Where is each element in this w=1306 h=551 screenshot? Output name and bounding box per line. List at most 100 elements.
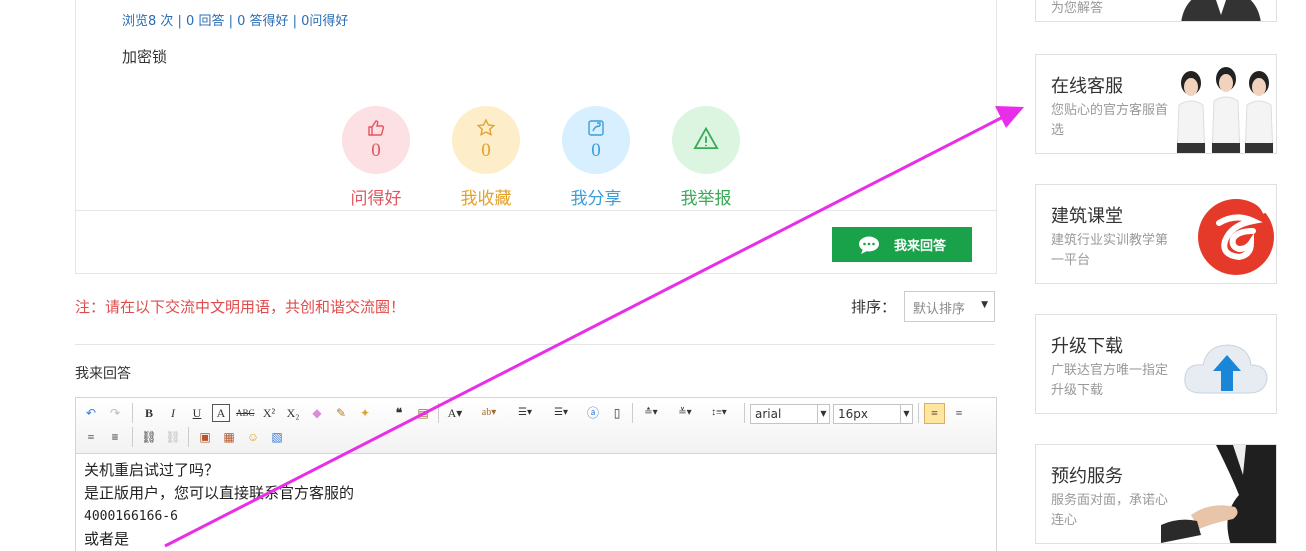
paste-text-icon[interactable]: ▤: [414, 404, 432, 422]
share-button[interactable]: 0 我分享: [551, 106, 641, 209]
unordered-list-icon[interactable]: ☰▾: [552, 404, 570, 422]
good-question-count: 0: [371, 140, 381, 161]
format-brush-icon[interactable]: ✎: [332, 404, 350, 422]
italic-icon[interactable]: I: [164, 404, 182, 422]
align-right-icon[interactable]: ≡: [82, 428, 100, 446]
favorite-button[interactable]: 0 我收藏: [441, 106, 531, 209]
sidebar-card-appointment[interactable]: 预约服务 服务面对面，承诺心连心: [1035, 444, 1277, 544]
building-class-logo: [1198, 197, 1274, 275]
report-button[interactable]: 我举报: [661, 106, 751, 209]
toolbar-separator: [744, 403, 745, 423]
favorite-label: 我收藏: [460, 189, 512, 209]
civility-notice: 注：请在以下交流中文明用语，共创和谐交流圈！: [75, 298, 406, 316]
section-divider: [75, 344, 995, 345]
question-stats: 浏览8 次 | 0 回答 | 0 答得好 | 0问得好: [122, 14, 349, 29]
chevron-down-icon: ▼: [817, 404, 829, 424]
blockquote-icon[interactable]: ❝: [390, 404, 408, 422]
toolbar-separator: [632, 403, 633, 423]
at-symbol-icon[interactable]: ⓐ: [584, 404, 602, 422]
ordered-list-icon[interactable]: ☰▾: [516, 404, 534, 422]
editor-toolbar: ↶ ↷ B I U A ABC X² X₂ ◆ ✎ ✦ ❝ ▤ A▾ ab▾ ☰…: [76, 398, 996, 454]
align-center-icon[interactable]: ≡: [950, 404, 968, 422]
eraser-icon[interactable]: ◆: [308, 404, 326, 422]
page-break-icon[interactable]: ▯: [608, 404, 626, 422]
sidebar-card-title: 升级下载: [1051, 336, 1123, 357]
customer-service-photo: [1176, 67, 1274, 153]
row-spacing-top-icon[interactable]: ≛▾: [642, 404, 660, 422]
emoticon-icon[interactable]: ☺: [244, 428, 262, 446]
subscript-icon[interactable]: X₂: [284, 404, 302, 422]
font-color-icon[interactable]: A▾: [446, 404, 464, 422]
sidebar-card-online-service[interactable]: 在线客服 您贴心的官方客服首选: [1035, 54, 1277, 154]
font-border-icon[interactable]: A: [212, 404, 230, 422]
font-family-select[interactable]: arial ▼: [750, 404, 830, 424]
question-actions: 0 问得好 0 我收藏 0 我分享 我举报: [331, 106, 751, 216]
toolbar-separator: [188, 427, 189, 447]
handshake-photo: [1161, 445, 1276, 543]
toolbar-separator: [918, 403, 919, 423]
staff-illustration: [1181, 0, 1261, 21]
editor-line: 或者是: [84, 530, 130, 548]
attachment-icon[interactable]: ▧: [268, 428, 286, 446]
link-icon[interactable]: ⛓: [140, 428, 158, 446]
strikethrough-icon[interactable]: ABC: [236, 404, 255, 422]
thumbs-up-icon: [368, 120, 385, 136]
sidebar-card-title: 建筑课堂: [1051, 206, 1123, 227]
editor-line: 关机重启试过了吗？: [84, 461, 220, 479]
sort-select[interactable]: 默认排序 ▼: [904, 291, 995, 322]
font-size-select[interactable]: 16px ▼: [833, 404, 913, 424]
sidebar-card-building-class[interactable]: 建筑课堂 建筑行业实训教学第一平台: [1035, 184, 1277, 284]
undo-icon[interactable]: ↶: [82, 404, 100, 422]
answer-button-label: 我来回答: [893, 239, 946, 254]
share-label: 我分享: [570, 189, 622, 209]
multi-image-icon[interactable]: ▦: [220, 428, 238, 446]
chat-bubble-icon: [858, 236, 879, 254]
bold-icon[interactable]: B: [140, 404, 158, 422]
editor-line: 4000166166-6: [84, 509, 178, 524]
question-card: 浏览8 次 | 0 回答 | 0 答得好 | 0问得好 加密锁 0 问得好 0 …: [75, 0, 997, 274]
cloud-upload-icon: [1184, 344, 1268, 394]
align-justify-icon[interactable]: ≡: [106, 428, 124, 446]
sidebar-card-title: 预约服务: [1051, 466, 1123, 487]
sidebar-card-desc: 建筑行业实训教学第一平台: [1051, 233, 1169, 268]
reply-editor[interactable]: ↶ ↷ B I U A ABC X² X₂ ◆ ✎ ✦ ❝ ▤ A▾ ab▾ ☰…: [75, 397, 997, 551]
reply-section-title: 我来回答: [75, 366, 131, 382]
sidebar-card-desc: 您贴心的官方客服首选: [1051, 103, 1169, 138]
answer-button[interactable]: 我来回答: [832, 227, 972, 262]
star-icon: [476, 118, 496, 137]
card-divider: [76, 210, 996, 211]
superscript-icon[interactable]: X²: [260, 404, 278, 422]
align-left-icon[interactable]: ≡: [924, 403, 945, 424]
toolbar-separator: [132, 427, 133, 447]
line-height-icon[interactable]: ↕≡▾: [710, 404, 728, 422]
sidebar-card-desc: 服务面对面，承诺心连心: [1051, 493, 1169, 528]
favorite-count: 0: [481, 140, 491, 161]
unlink-icon[interactable]: ⛓: [164, 428, 182, 446]
good-question-button[interactable]: 0 问得好: [331, 106, 421, 209]
sidebar-card-title: 在线客服: [1051, 76, 1123, 97]
auto-format-icon[interactable]: ✦: [356, 404, 374, 422]
toolbar-separator: [132, 403, 133, 423]
sort-selected-value: 默认排序: [913, 302, 966, 317]
question-title: 加密锁: [122, 48, 168, 66]
warning-icon: [693, 126, 719, 150]
share-count: 0: [591, 140, 601, 161]
report-label: 我举报: [680, 189, 732, 209]
share-icon: [588, 120, 604, 136]
row-spacing-bottom-icon[interactable]: ≚▾: [676, 404, 694, 422]
image-icon[interactable]: ▣: [196, 428, 214, 446]
font-family-value: arial: [755, 407, 782, 421]
good-question-label: 问得好: [350, 189, 402, 209]
editor-content[interactable]: 关机重启试过了吗？ 是正版用户，您可以直接联系官方客服的 4000166166-…: [76, 454, 996, 551]
font-size-value: 16px: [838, 407, 868, 421]
chevron-down-icon: ▼: [981, 300, 988, 310]
sidebar-card-upgrade-download[interactable]: 升级下载 广联达官方唯一指定升级下载: [1035, 314, 1277, 414]
toolbar-separator: [438, 403, 439, 423]
sidebar-card-desc: 为您解答: [1051, 1, 1104, 16]
redo-icon[interactable]: ↷: [106, 404, 124, 422]
chevron-down-icon: ▼: [900, 404, 912, 424]
underline-icon[interactable]: U: [188, 404, 206, 422]
sidebar-card-desc: 广联达官方唯一指定升级下载: [1051, 363, 1169, 398]
highlight-icon[interactable]: ab▾: [480, 404, 498, 422]
sidebar-card-service[interactable]: 为您解答: [1035, 0, 1277, 22]
